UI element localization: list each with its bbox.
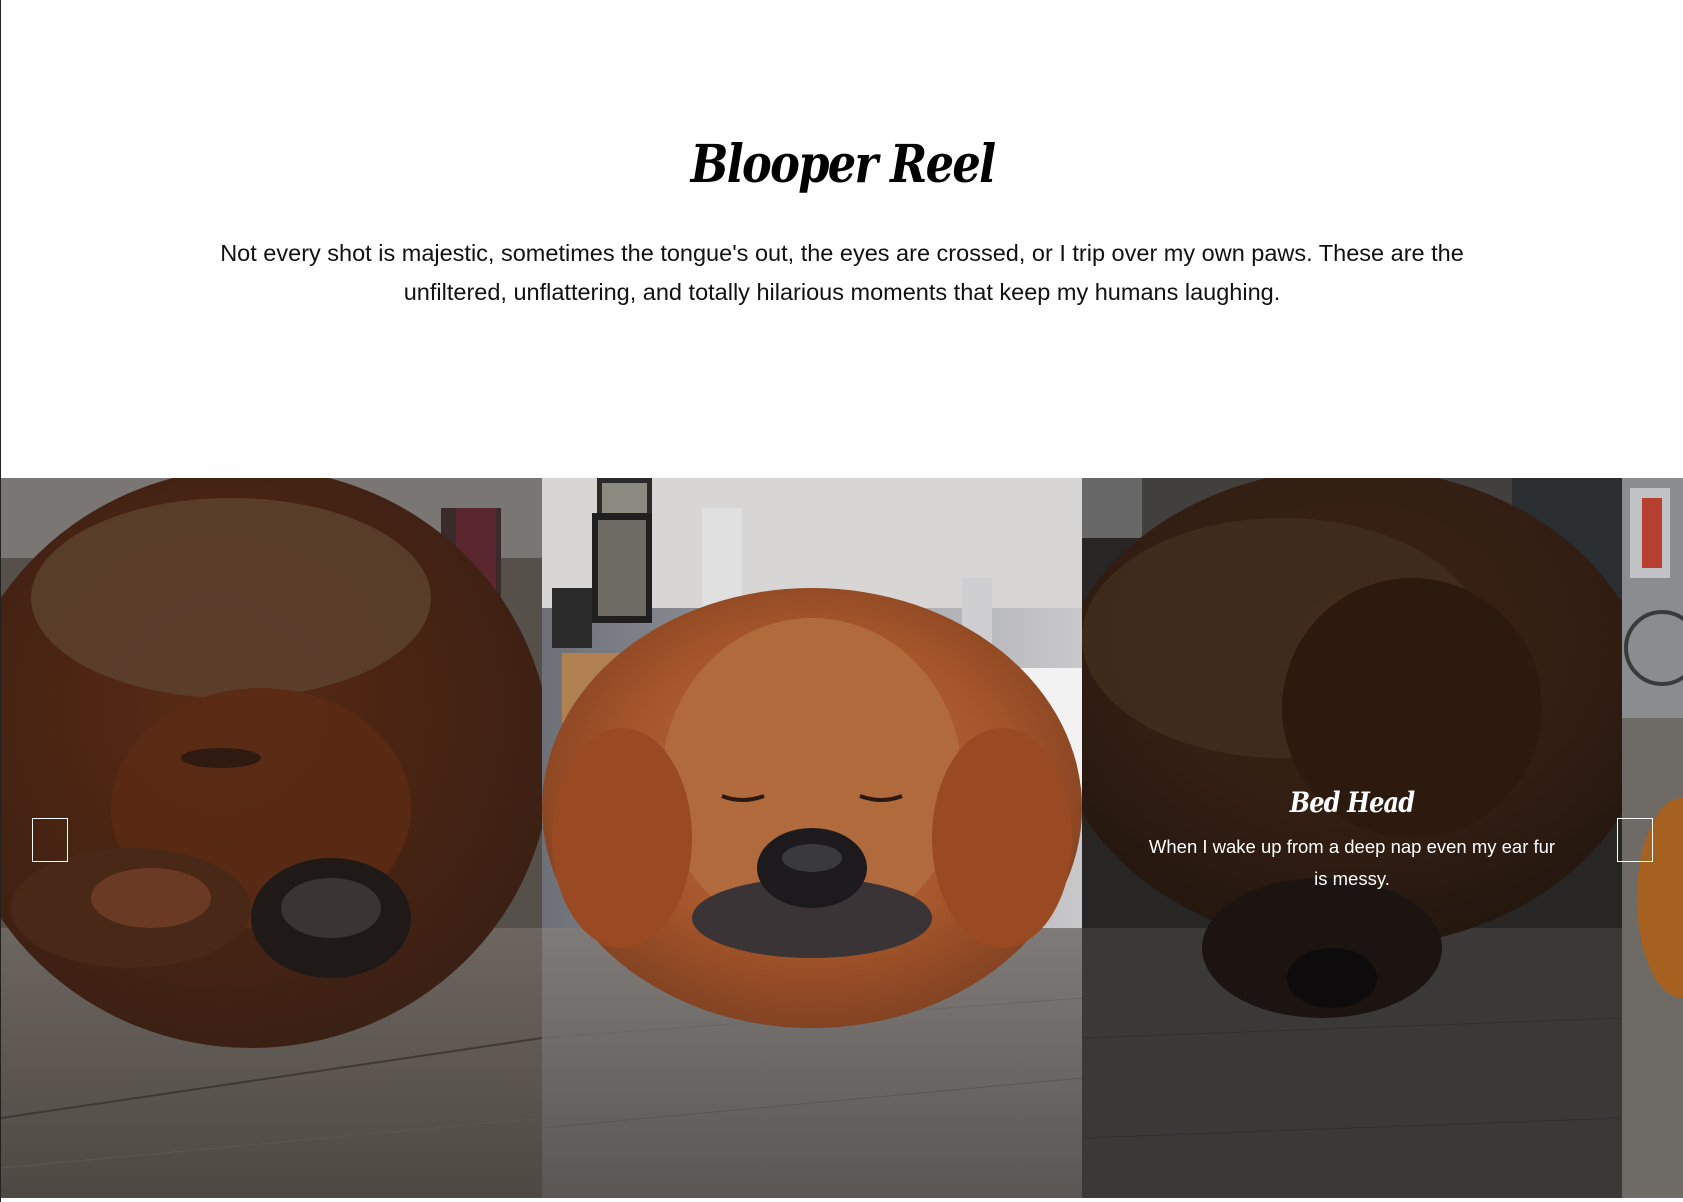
image-carousel[interactable]: Bed Head When I wake up from a deep nap … xyxy=(1,478,1683,1198)
blooper-reel-intro: Blooper Reel Not every shot is majestic,… xyxy=(1,0,1683,478)
carousel-slide[interactable] xyxy=(542,478,1082,1198)
section-description: Not every shot is majestic, sometimes th… xyxy=(220,240,1464,305)
caption-text: When I wake up from a deep nap even my e… xyxy=(1148,836,1556,889)
dog-photo-image xyxy=(542,478,1082,1198)
page-bottom-edge xyxy=(1,1198,1683,1202)
dog-photo-image xyxy=(1,478,542,1198)
caption-title: Bed Head xyxy=(1289,786,1415,819)
carousel-next-button[interactable] xyxy=(1617,818,1653,862)
section-title: Blooper Reel xyxy=(690,134,996,195)
slide-caption: Bed Head When I wake up from a deep nap … xyxy=(1142,786,1562,895)
carousel-slide-active[interactable]: Bed Head When I wake up from a deep nap … xyxy=(1082,478,1622,1198)
carousel-prev-button[interactable] xyxy=(32,818,68,862)
carousel-slide[interactable] xyxy=(1,478,542,1198)
